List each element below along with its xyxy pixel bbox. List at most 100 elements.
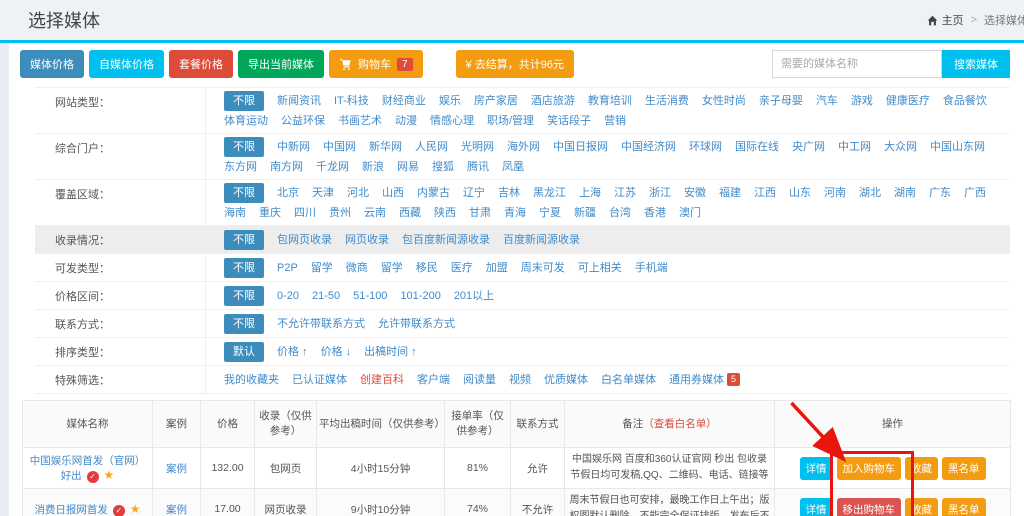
detail-button[interactable]: 详情 xyxy=(800,498,833,516)
filter-option[interactable]: 千龙网 xyxy=(316,158,349,176)
filter-option[interactable]: 51-100 xyxy=(353,287,387,305)
filter-option[interactable]: 职场/管理 xyxy=(487,112,534,130)
filter-option[interactable]: P2P xyxy=(277,259,298,277)
search-button[interactable]: 搜索媒体 xyxy=(942,50,1010,78)
filter-option[interactable]: 不允许带联系方式 xyxy=(277,315,365,333)
filter-option[interactable]: 体育运动 xyxy=(224,112,268,130)
filter-option[interactable]: 医疗 xyxy=(451,259,473,277)
filter-option[interactable]: IT-科技 xyxy=(334,92,369,110)
filter-option[interactable]: 央广网 xyxy=(792,138,825,156)
filter-option[interactable]: 创建百科 xyxy=(360,371,404,389)
filter-option[interactable]: 优质媒体 xyxy=(544,371,588,389)
filter-option[interactable]: 湖北 xyxy=(859,184,881,202)
filter-option[interactable]: 微商 xyxy=(346,259,368,277)
breadcrumb-home[interactable]: 主页 xyxy=(927,12,964,28)
toolbar-button[interactable]: 媒体价格 xyxy=(20,50,84,78)
filter-option[interactable]: 不限 xyxy=(224,137,264,157)
filter-option[interactable]: 新华网 xyxy=(369,138,402,156)
filter-option[interactable]: 教育培训 xyxy=(588,92,632,110)
filter-option[interactable]: 云南 xyxy=(364,204,386,222)
filter-option[interactable]: 价格 ↑ xyxy=(277,343,308,361)
favorite-button[interactable]: 收藏 xyxy=(905,457,938,480)
filter-option[interactable]: 人民网 xyxy=(415,138,448,156)
star-icon[interactable]: ★ xyxy=(104,468,115,482)
filter-option[interactable]: 山西 xyxy=(382,184,404,202)
media-name-link[interactable]: 消费日报网首发 xyxy=(34,504,108,516)
filter-option[interactable]: 营销 xyxy=(604,112,626,130)
filter-option[interactable]: 甘肃 xyxy=(469,204,491,222)
filter-option[interactable]: 搜狐 xyxy=(432,158,454,176)
filter-option[interactable]: 南方网 xyxy=(270,158,303,176)
filter-option[interactable]: 阅读量 xyxy=(463,371,496,389)
filter-option[interactable]: 动漫 xyxy=(395,112,417,130)
filter-option[interactable]: 包百度新闻源收录 xyxy=(402,231,490,249)
case-link[interactable]: 案例 xyxy=(166,504,187,516)
filter-option[interactable]: 中国经济网 xyxy=(621,138,676,156)
filter-option[interactable]: 留学 xyxy=(381,259,403,277)
filter-option[interactable]: 安徽 xyxy=(684,184,706,202)
filter-option[interactable]: 女性时尚 xyxy=(702,92,746,110)
filter-option[interactable]: 江西 xyxy=(754,184,776,202)
filter-option[interactable]: 河南 xyxy=(824,184,846,202)
filter-option[interactable]: 食品餐饮 xyxy=(943,92,987,110)
filter-option[interactable]: 酒店旅游 xyxy=(531,92,575,110)
favorite-button[interactable]: 收藏 xyxy=(905,498,938,516)
filter-option[interactable]: 河北 xyxy=(347,184,369,202)
filter-option[interactable]: 白名单媒体 xyxy=(601,371,656,389)
filter-option[interactable]: 通用券媒体5 xyxy=(669,371,740,389)
toolbar-button[interactable]: 自媒体价格 xyxy=(89,50,164,78)
filter-option[interactable]: 腾讯 xyxy=(467,158,489,176)
filter-option[interactable]: 中国日报网 xyxy=(553,138,608,156)
filter-option[interactable]: 广东 xyxy=(929,184,951,202)
filter-option[interactable]: 北京 xyxy=(277,184,299,202)
filter-option[interactable]: 浙江 xyxy=(649,184,671,202)
filter-option[interactable]: 汽车 xyxy=(816,92,838,110)
filter-option[interactable]: 中国网 xyxy=(323,138,356,156)
filter-option[interactable]: 新浪 xyxy=(362,158,384,176)
filter-option[interactable]: 新闻资讯 xyxy=(277,92,321,110)
filter-option[interactable]: 上海 xyxy=(579,184,601,202)
filter-option[interactable]: 21-50 xyxy=(312,287,340,305)
filter-option[interactable]: 健康医疗 xyxy=(886,92,930,110)
filter-option[interactable]: 澳门 xyxy=(679,204,701,222)
filter-option[interactable]: 情感心理 xyxy=(430,112,474,130)
filter-option[interactable]: 包网页收录 xyxy=(277,231,332,249)
blacklist-button[interactable]: 黑名单 xyxy=(942,498,986,516)
blacklist-button[interactable]: 黑名单 xyxy=(942,457,986,480)
filter-option[interactable]: 东方网 xyxy=(224,158,257,176)
filter-option[interactable]: 0-20 xyxy=(277,287,299,305)
case-link[interactable]: 案例 xyxy=(166,463,187,475)
filter-option[interactable]: 黑龙江 xyxy=(533,184,566,202)
filter-option[interactable]: 书画艺术 xyxy=(338,112,382,130)
filter-option[interactable]: 光明网 xyxy=(461,138,494,156)
filter-option[interactable]: 中工网 xyxy=(838,138,871,156)
filter-option[interactable]: 亲子母婴 xyxy=(759,92,803,110)
filter-option[interactable]: 周末可发 xyxy=(521,259,565,277)
filter-option[interactable]: 手机端 xyxy=(635,259,668,277)
filter-option[interactable]: 加盟 xyxy=(486,259,508,277)
remove-from-cart-button[interactable]: 移出购物车 xyxy=(837,498,902,516)
filter-option[interactable]: 江苏 xyxy=(614,184,636,202)
filter-option[interactable]: 内蒙古 xyxy=(417,184,450,202)
filter-option[interactable]: 湖南 xyxy=(894,184,916,202)
filter-option[interactable]: 允许带联系方式 xyxy=(378,315,455,333)
filter-option[interactable]: 香港 xyxy=(644,204,666,222)
filter-option[interactable]: 价格 ↓ xyxy=(321,343,352,361)
filter-option[interactable]: 出稿时间 ↑ xyxy=(364,343,417,361)
filter-option[interactable]: 笑话段子 xyxy=(547,112,591,130)
filter-option[interactable]: 游戏 xyxy=(851,92,873,110)
filter-option[interactable]: 环球网 xyxy=(689,138,722,156)
filter-option[interactable]: 已认证媒体 xyxy=(292,371,347,389)
search-input[interactable] xyxy=(772,50,942,78)
filter-option[interactable]: 陕西 xyxy=(434,204,456,222)
star-icon[interactable]: ★ xyxy=(130,502,141,516)
filter-option[interactable]: 网易 xyxy=(397,158,419,176)
filter-option[interactable]: 视频 xyxy=(509,371,531,389)
filter-option[interactable]: 中新网 xyxy=(277,138,310,156)
filter-option[interactable]: 默认 xyxy=(224,342,264,362)
whitelist-link[interactable]: （查看白名单） xyxy=(643,418,717,430)
filter-option[interactable]: 公益环保 xyxy=(281,112,325,130)
filter-option[interactable]: 海南 xyxy=(224,204,246,222)
filter-option[interactable]: 广西 xyxy=(964,184,986,202)
filter-option[interactable]: 不限 xyxy=(224,286,264,306)
